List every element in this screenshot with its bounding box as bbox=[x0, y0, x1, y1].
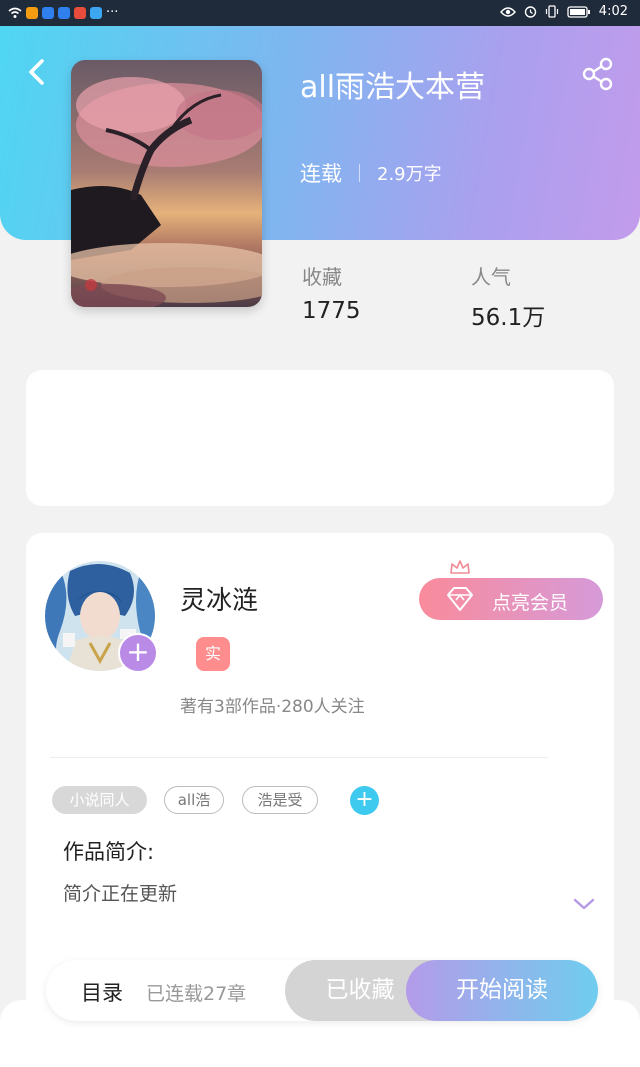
tag-all-hao[interactable]: all浩 bbox=[164, 786, 224, 814]
app-notification-icon bbox=[58, 6, 70, 19]
book-cover[interactable] bbox=[71, 60, 262, 307]
author-stats: 著有3部作品·280人关注 bbox=[180, 697, 365, 717]
vip-button-label: 点亮会员 bbox=[492, 592, 569, 614]
app-notification-icon bbox=[26, 6, 38, 19]
share-button[interactable] bbox=[580, 56, 616, 92]
favorites-count: 1775 bbox=[302, 298, 361, 324]
chevron-down-icon[interactable] bbox=[572, 895, 596, 913]
app-notification-icon bbox=[42, 6, 54, 19]
wifi-icon bbox=[8, 7, 22, 18]
author-name[interactable]: 灵冰涟 bbox=[180, 580, 258, 617]
app-notification-icon bbox=[90, 6, 102, 19]
intro-text: 简介正在更新 bbox=[63, 883, 178, 905]
follow-author-button[interactable]: + bbox=[118, 633, 158, 673]
favorites-label: 收藏 bbox=[302, 265, 342, 289]
bottom-action-bar: 目录 已连载27章 已收藏 开始阅读 bbox=[46, 960, 598, 1021]
diamond-icon bbox=[447, 587, 473, 611]
word-count: 2.9万字 bbox=[377, 164, 442, 185]
empty-card bbox=[26, 370, 614, 506]
section-divider bbox=[50, 757, 548, 758]
popularity-count: 56.1万 bbox=[471, 305, 546, 331]
verified-badge: 实 bbox=[196, 637, 230, 671]
battery-icon bbox=[567, 5, 590, 18]
book-meta: 连载 2.9万字 bbox=[300, 158, 442, 188]
share-icon bbox=[582, 57, 613, 91]
back-button[interactable] bbox=[22, 55, 52, 89]
crown-icon bbox=[450, 560, 470, 574]
book-title: all雨浩大本营 bbox=[300, 70, 486, 105]
chapter-count[interactable]: 已连载27章 bbox=[146, 979, 246, 1006]
alarm-icon bbox=[524, 6, 536, 18]
vip-button[interactable]: 点亮会员 bbox=[419, 578, 603, 620]
clock: 4:02 bbox=[598, 4, 628, 19]
status-bar-right: 4:02 bbox=[499, 4, 628, 19]
add-tag-button[interactable]: + bbox=[350, 786, 379, 815]
start-reading-button[interactable]: 开始阅读 bbox=[406, 960, 598, 1021]
popularity-label: 人气 bbox=[471, 265, 511, 289]
tag-novel-fanfic[interactable]: 小说同人 bbox=[52, 786, 147, 814]
more-notifications: ··· bbox=[106, 5, 119, 20]
eye-icon bbox=[499, 6, 516, 17]
intro-heading: 作品简介: bbox=[63, 840, 155, 864]
cover-artwork bbox=[71, 60, 262, 307]
app-notification-icon bbox=[74, 6, 86, 19]
tag-hao-shou[interactable]: 浩是受 bbox=[242, 786, 318, 814]
status-bar-left: ··· bbox=[8, 5, 118, 20]
vibrate-icon bbox=[545, 5, 558, 18]
toc-button[interactable]: 目录 bbox=[81, 977, 123, 1007]
meta-divider bbox=[359, 164, 360, 182]
serial-status: 连载 bbox=[300, 162, 342, 186]
status-bar: ··· 4:02 bbox=[0, 0, 640, 26]
back-icon bbox=[29, 59, 44, 85]
